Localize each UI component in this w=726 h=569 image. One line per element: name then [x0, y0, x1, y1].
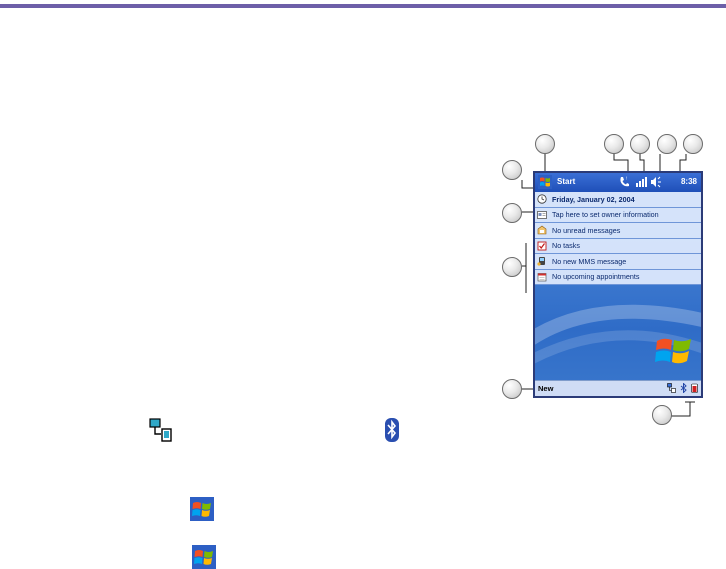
callout-marker-tray: [652, 405, 672, 425]
clock-icon: [537, 194, 547, 204]
start-menu-button[interactable]: Start: [557, 177, 575, 186]
mms-icon: [537, 257, 545, 266]
today-item-label: No upcoming appointments: [552, 272, 640, 282]
today-list: Friday, January 02, 2004 Tap here to set…: [535, 192, 701, 285]
pocketpc-today-screen: Start ! 8:38 Friday, January 02, 2004 Ta…: [533, 171, 703, 398]
today-item-label: Friday, January 02, 2004: [552, 194, 635, 204]
bluetooth-icon: [385, 418, 399, 442]
today-item-owner[interactable]: Tap here to set owner information: [535, 207, 701, 223]
new-button[interactable]: New: [538, 384, 553, 393]
callout-marker-items: [502, 257, 522, 277]
windows-start-icon: [190, 497, 214, 521]
bluetooth-icon[interactable]: [679, 383, 688, 393]
today-item-label: No new MMS message: [552, 256, 627, 266]
callout-marker-clock: [683, 134, 703, 154]
clock-display[interactable]: 8:38: [681, 177, 697, 186]
phone-icon[interactable]: !: [619, 176, 630, 188]
windows-start-icon: [192, 545, 216, 569]
today-item-label: No tasks: [552, 241, 580, 251]
today-item-messages[interactable]: No unread messages: [535, 223, 701, 239]
callout-marker-volume: [657, 134, 677, 154]
calendar-icon: [537, 272, 547, 282]
today-item-date[interactable]: Friday, January 02, 2004: [535, 192, 701, 208]
signal-strength-icon[interactable]: [635, 176, 647, 188]
inbox-icon: [537, 225, 547, 235]
activesync-connection-icon: [149, 418, 172, 442]
svg-text:!: !: [626, 176, 628, 181]
today-item-mms[interactable]: No new MMS message: [535, 254, 701, 270]
callout-marker-signal: [630, 134, 650, 154]
callout-marker-start: [535, 134, 555, 154]
connectivity-icon[interactable]: [667, 383, 676, 393]
callout-marker-phone: [604, 134, 624, 154]
owner-card-icon: [537, 210, 547, 219]
volume-icon[interactable]: [650, 176, 661, 188]
callout-marker-date: [502, 160, 522, 180]
navigation-bar: Start ! 8:38: [535, 173, 701, 192]
callout-marker-owner: [502, 203, 522, 223]
command-bar: New: [535, 380, 701, 396]
battery-icon[interactable]: [690, 383, 699, 393]
windows-logo-icon: [655, 338, 691, 364]
tasks-icon: [537, 241, 547, 251]
today-item-tasks[interactable]: No tasks: [535, 238, 701, 254]
windows-flag-icon[interactable]: [538, 175, 552, 189]
today-item-label: No unread messages: [552, 225, 621, 235]
today-item-label: Tap here to set owner information: [552, 210, 659, 220]
callout-marker-new: [502, 379, 522, 399]
